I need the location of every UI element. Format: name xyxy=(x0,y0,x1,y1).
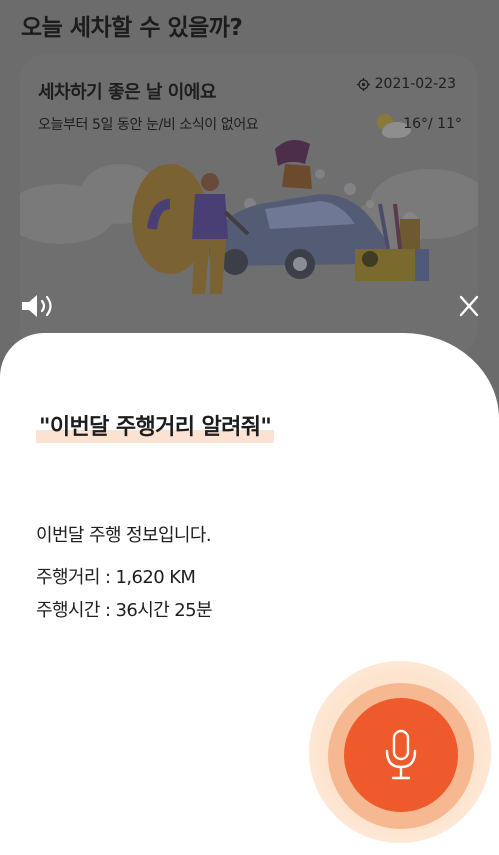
query-text: "이번달 주행거리 알려줘" xyxy=(39,415,272,440)
temperature: 16°/ 11° xyxy=(403,116,462,132)
close-icon xyxy=(459,295,479,317)
time-line: 주행시간 : 36시간 25분 xyxy=(36,600,213,621)
sound-button[interactable] xyxy=(20,292,60,320)
mic-button[interactable] xyxy=(344,698,458,812)
date-text: 2021-02-23 xyxy=(374,76,456,92)
page-title: 오늘 세차할 수 있을까? xyxy=(21,15,243,41)
background-page: 오늘 세차할 수 있을까? 세차하기 좋은 날 이에요 오늘부터 5일 동안 눈… xyxy=(0,0,499,360)
answer-intro: 이번달 주행 정보입니다. xyxy=(36,525,212,546)
assistant-answer: 이번달 주행 정보입니다. 주행거리 : 1,620 KM 주행시간 : 36시… xyxy=(36,519,213,627)
card-date: 2021-02-23 xyxy=(356,76,456,92)
user-query: "이번달 주행거리 알려줘" xyxy=(36,409,275,443)
weather-card: 세차하기 좋은 날 이에요 오늘부터 5일 동안 눈/비 소식이 없어요 202… xyxy=(20,54,478,354)
card-subtitle: 오늘부터 5일 동안 눈/비 소식이 없어요 xyxy=(38,117,259,133)
distance-line: 주행거리 : 1,620 KM xyxy=(36,567,196,588)
card-headline: 세차하기 좋은 날 이에요 xyxy=(38,82,216,103)
location-target-icon xyxy=(356,77,370,91)
microphone-icon xyxy=(385,729,417,780)
speaker-icon xyxy=(22,295,52,317)
close-button[interactable] xyxy=(455,292,483,320)
